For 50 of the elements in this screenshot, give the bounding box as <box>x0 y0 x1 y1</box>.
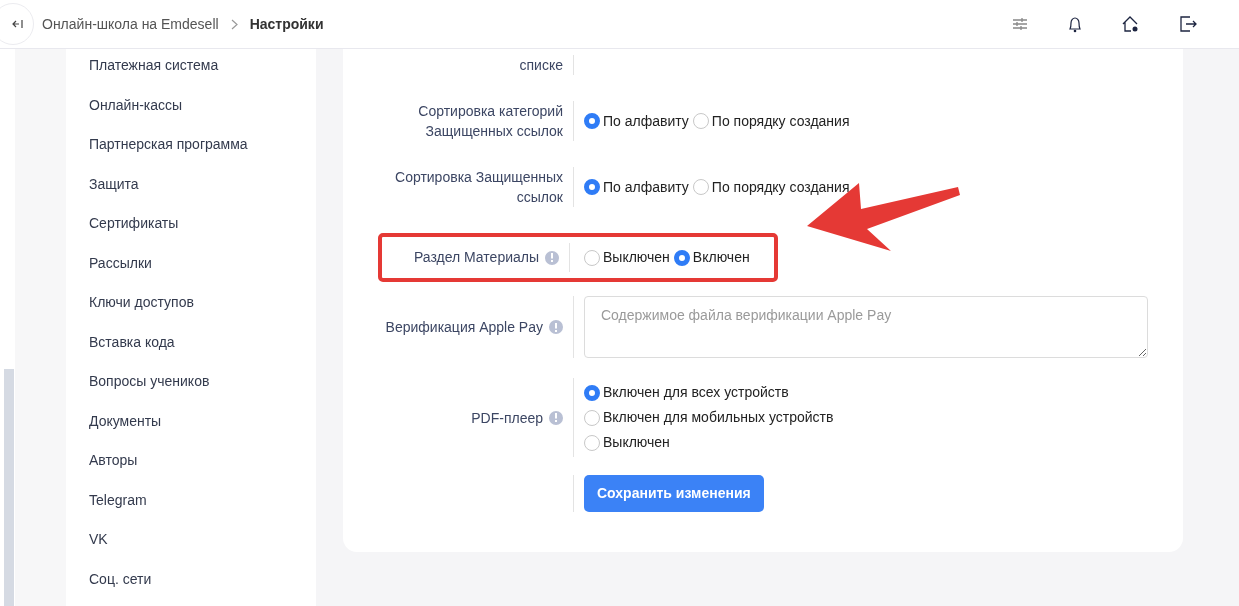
sidebar-item[interactable]: Защита <box>89 175 316 192</box>
home-icon[interactable] <box>1122 15 1139 33</box>
radio-option[interactable]: По порядку создания <box>692 176 850 198</box>
chevron-icon <box>230 18 238 30</box>
setting-label: Сортировка Защищенных ссылок <box>394 168 563 207</box>
collapse-button[interactable] <box>0 3 34 45</box>
sidebar-item[interactable]: Авторы <box>89 452 316 468</box>
sliders-icon[interactable] <box>1012 17 1028 31</box>
sidebar-item[interactable]: Telegram <box>89 491 316 508</box>
sidebar-item[interactable]: Сертификаты <box>89 215 316 231</box>
setting-label: Раздел Материалы <box>413 248 539 267</box>
radio-option[interactable]: Выключен <box>584 247 670 268</box>
bell-icon[interactable] <box>1068 15 1082 33</box>
sidebar-item[interactable]: Ключи доступов <box>89 294 316 310</box>
breadcrumb-link[interactable]: Настройки <box>249 13 324 35</box>
sidebar-item[interactable]: Вопросы учеников <box>89 373 316 389</box>
breadcrumb-link[interactable]: Онлайн-школа на Emdesell <box>42 13 219 35</box>
radio-option[interactable]: Включен для всех устройств <box>584 382 834 403</box>
sidebar-item[interactable]: Вставка кода <box>89 333 316 350</box>
radio-button[interactable] <box>692 179 709 195</box>
radio-option[interactable]: По порядку создания <box>692 110 850 132</box>
collapse-icon <box>11 19 23 29</box>
setting-label: списке <box>519 56 563 75</box>
logout-icon[interactable] <box>1179 16 1197 32</box>
save-button[interactable]: Сохранить изменения <box>584 475 764 512</box>
radio-button[interactable] <box>584 409 600 426</box>
radio-option[interactable]: Выключен <box>584 432 834 453</box>
sidebar-item[interactable]: Рассылки <box>89 254 316 271</box>
radio-button[interactable] <box>584 434 600 451</box>
sidebar-item[interactable]: VK <box>89 531 316 547</box>
sidebar-item[interactable]: Онлайн-кассы <box>89 96 316 113</box>
sidebar-item[interactable]: Документы <box>89 412 316 429</box>
radio-button[interactable] <box>584 179 600 195</box>
radio-button[interactable] <box>584 384 600 401</box>
setting-label: Сортировка категорий Защищенных ссылок <box>417 102 563 141</box>
radio-button[interactable] <box>673 249 690 266</box>
setting-label: Верификация Apple Pay <box>385 318 543 337</box>
sidebar-item[interactable]: Соц. сети <box>89 570 316 587</box>
sidebar-item[interactable]: Платежная система <box>89 57 316 73</box>
radio-button[interactable] <box>584 249 600 266</box>
radio-button[interactable] <box>692 113 709 129</box>
radio-option[interactable]: Включен для мобильных устройств <box>584 407 834 428</box>
sidebar-item[interactable]: Партнерская программа <box>89 136 316 152</box>
radio-button[interactable] <box>584 113 600 129</box>
scrollbar-thumb[interactable] <box>4 369 14 606</box>
verification-textarea[interactable]: Содержимое файла верификации Apple Pay <box>584 296 1148 358</box>
radio-option[interactable]: Включен <box>673 247 750 268</box>
radio-option[interactable]: По алфавиту <box>584 176 689 198</box>
setting-label: PDF-плеер <box>471 408 543 428</box>
radio-option[interactable]: По алфавиту <box>584 110 689 132</box>
